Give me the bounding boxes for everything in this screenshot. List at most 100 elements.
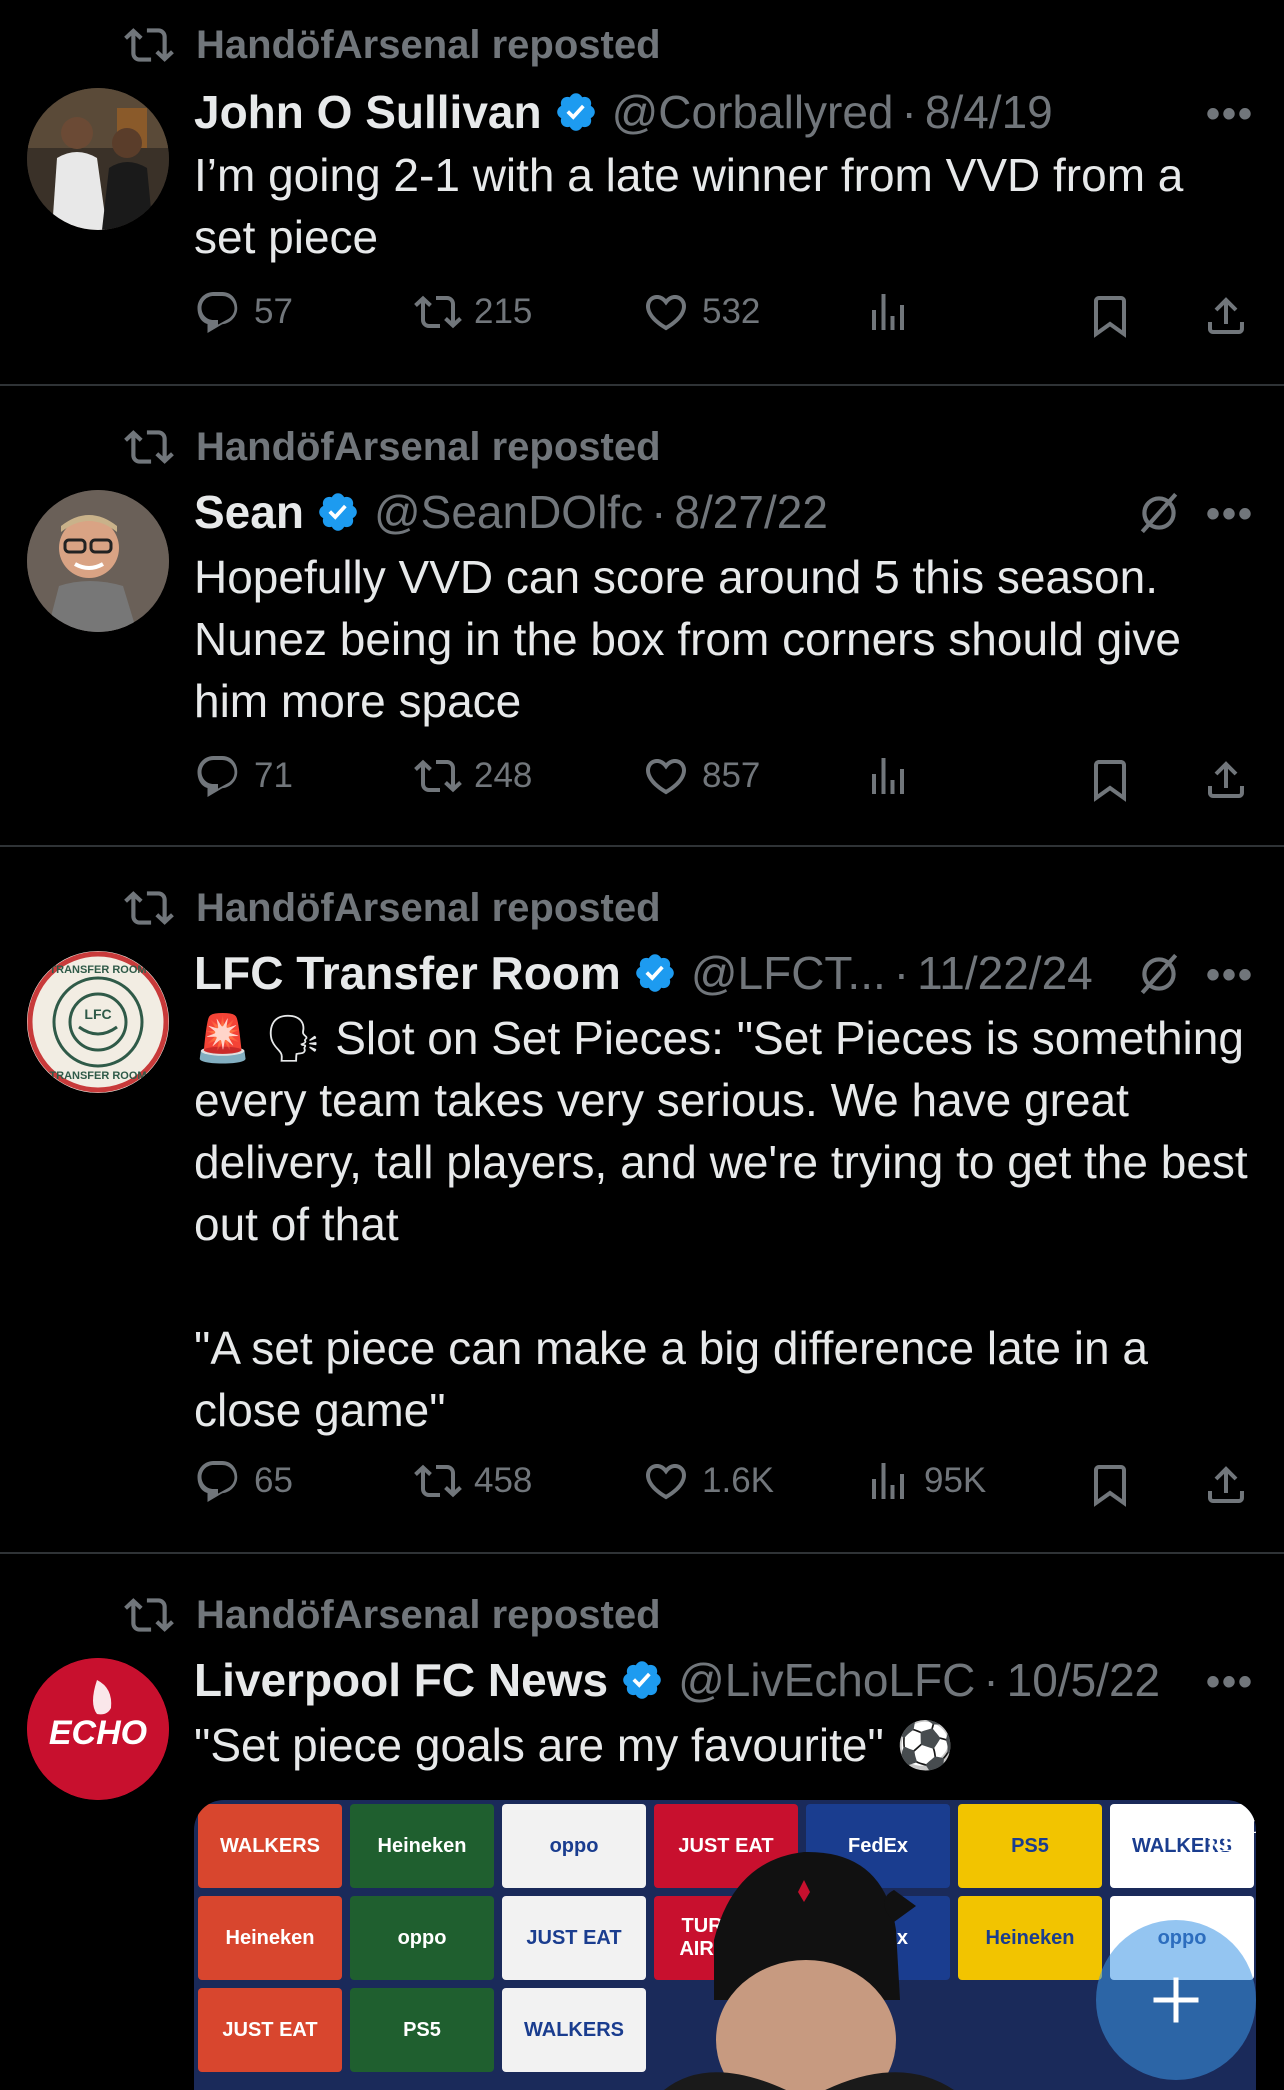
verified-badge-icon: [319, 493, 357, 531]
like-count: 857: [702, 756, 761, 795]
like-button[interactable]: 532: [642, 288, 760, 336]
bookmark-icon[interactable]: [1086, 292, 1134, 340]
author-handle[interactable]: @LFCT...: [691, 946, 886, 1000]
author-handle[interactable]: @Corballyred: [612, 85, 894, 139]
avatar-text: TRANSFER ROOM: [49, 964, 146, 976]
tweet-text: I’m going 2-1 with a late winner from VV…: [194, 149, 1184, 263]
tweet-date[interactable]: 10/5/22: [1007, 1653, 1160, 1707]
repost-count: 215: [474, 292, 533, 331]
siren-emoji: 🚨: [194, 1012, 252, 1064]
tweet-date[interactable]: 11/22/24: [917, 946, 1093, 1000]
tweet-text-paragraph-2: "A set piece can make a big difference l…: [194, 1322, 1148, 1436]
repost-icon: [414, 295, 462, 329]
reply-count: 57: [254, 292, 293, 331]
author-handle[interactable]: @LivEchoLFC: [678, 1653, 975, 1707]
tweet-2[interactable]: HandöfArsenal reposted Sean @SeanDOlfc ·…: [0, 386, 1284, 846]
like-button[interactable]: 857: [642, 752, 760, 800]
separator-dot: ·: [901, 86, 917, 138]
avatar-text: ECHO: [49, 1714, 147, 1752]
muted-conversation-icon[interactable]: [1134, 488, 1184, 538]
tweet-text-paragraph-1: Slot on Set Pieces: "Set Pieces is somet…: [194, 1012, 1248, 1250]
person-silhouette: [664, 1851, 954, 2090]
repost-icon: [124, 430, 174, 464]
tweet-3[interactable]: HandöfArsenal reposted LFC TRANSFER ROOM…: [0, 847, 1284, 1553]
author-name[interactable]: Liverpool FC News: [194, 1653, 608, 1707]
compose-button[interactable]: [1096, 1920, 1256, 2080]
separator-dot: ·: [893, 947, 910, 999]
separator-dot: ·: [983, 1654, 999, 1706]
repost-button[interactable]: 215: [414, 288, 532, 336]
reply-count: 65: [254, 1461, 293, 1500]
tweet-text: "Set piece goals are my favourite" ⚽: [194, 1714, 1254, 1776]
reply-icon: [197, 756, 238, 797]
svg-text:TRANSFER ROOM: TRANSFER ROOM: [49, 1070, 146, 1082]
separator-dot: ·: [651, 486, 667, 538]
speaking-head-emoji: 🗣: [264, 1012, 323, 1064]
svg-text:LFC: LFC: [84, 1006, 111, 1022]
repost-indicator: HandöfArsenal reposted: [124, 422, 661, 472]
bookmark-icon[interactable]: [1086, 756, 1134, 804]
share-icon[interactable]: [1202, 292, 1250, 340]
tweet-date[interactable]: 8/4/19: [925, 85, 1053, 139]
avatar[interactable]: [27, 88, 169, 230]
repost-icon: [124, 28, 174, 62]
repost-icon: [414, 1464, 462, 1498]
tweet-text-content: "Set piece goals are my favourite": [194, 1719, 884, 1771]
repost-button[interactable]: 458: [414, 1457, 532, 1505]
reply-button[interactable]: 57: [194, 288, 293, 336]
repost-icon: [124, 891, 174, 925]
repost-count: 248: [474, 756, 533, 795]
tweet-date[interactable]: 8/27/22: [674, 485, 827, 539]
heart-icon: [645, 295, 687, 331]
more-options-icon[interactable]: •••: [1206, 492, 1254, 537]
share-icon[interactable]: [1202, 1461, 1250, 1509]
like-button[interactable]: 1.6K: [642, 1457, 774, 1505]
reply-button[interactable]: 71: [194, 752, 293, 800]
repost-label: HandöfArsenal reposted: [196, 1592, 661, 1637]
heart-icon: [645, 1464, 687, 1500]
share-icon[interactable]: [1202, 756, 1250, 804]
more-options-icon[interactable]: •••: [1206, 953, 1254, 998]
repost-label: HandöfArsenal reposted: [196, 22, 661, 67]
repost-icon: [124, 1598, 174, 1632]
analytics-icon: [872, 1463, 904, 1499]
tweet-1[interactable]: HandöfArsenal reposted John O Sullivan @…: [0, 0, 1284, 385]
analytics-icon: [872, 294, 904, 330]
author-handle[interactable]: @SeanDOlfc: [374, 485, 643, 539]
avatar[interactable]: LFC TRANSFER ROOM TRANSFER ROOM: [27, 951, 169, 1093]
repost-indicator: HandöfArsenal reposted: [124, 20, 661, 70]
author-name[interactable]: Sean: [194, 485, 304, 539]
reply-button[interactable]: 65: [194, 1457, 293, 1505]
avatar[interactable]: ECHO: [27, 1658, 169, 1800]
bookmark-icon[interactable]: [1086, 1461, 1134, 1509]
views-button[interactable]: 95K: [864, 1457, 986, 1505]
tweet-media-image[interactable]: WALKERS Heineken oppo JUST EAT FedEx PS5 WALKE…: [194, 1800, 1256, 2090]
reply-icon: [197, 292, 238, 333]
author-name[interactable]: LFC Transfer Room: [194, 946, 621, 1000]
verified-badge-icon: [636, 954, 674, 992]
soccer-ball-emoji: ⚽: [896, 1719, 954, 1771]
reply-count: 71: [254, 756, 293, 795]
repost-icon: [414, 759, 462, 793]
like-count: 532: [702, 292, 761, 331]
repost-button[interactable]: 248: [414, 752, 532, 800]
views-button[interactable]: [864, 288, 924, 336]
repost-indicator: HandöfArsenal reposted: [124, 1590, 661, 1640]
reply-icon: [197, 1461, 238, 1502]
like-count: 1.6K: [702, 1461, 774, 1500]
repost-indicator: HandöfArsenal reposted: [124, 883, 661, 933]
blood-red-watermark: BLOOD RED: [1190, 1816, 1256, 1856]
analytics-icon: [872, 758, 904, 794]
tweet-text: Hopefully VVD can score around 5 this se…: [194, 551, 1182, 727]
views-button[interactable]: [864, 752, 924, 800]
tweet-text: 🚨 🗣 Slot on Set Pieces: "Set Pieces is s…: [194, 1007, 1254, 1441]
repost-label: HandöfArsenal reposted: [196, 885, 661, 930]
verified-badge-icon: [556, 93, 595, 131]
avatar[interactable]: [27, 490, 169, 632]
views-count: 95K: [924, 1461, 987, 1500]
more-options-icon[interactable]: •••: [1206, 1660, 1254, 1705]
repost-count: 458: [474, 1461, 533, 1500]
muted-conversation-icon[interactable]: [1134, 949, 1184, 999]
author-name[interactable]: John O Sullivan: [194, 85, 542, 139]
more-options-icon[interactable]: •••: [1206, 92, 1254, 137]
